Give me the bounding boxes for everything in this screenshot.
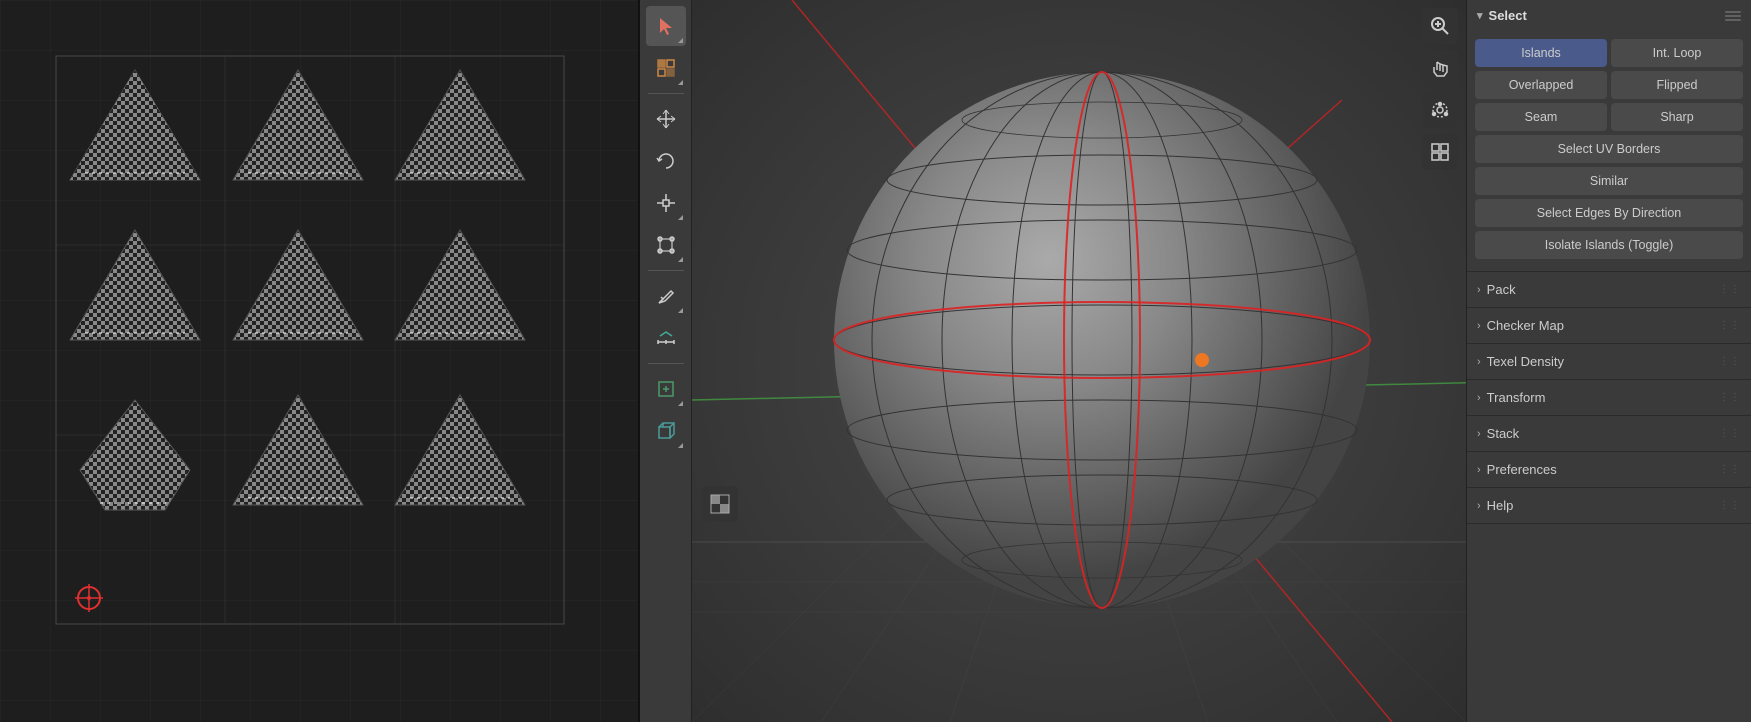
stack-title: Stack xyxy=(1487,426,1520,441)
uv-editor-panel xyxy=(0,0,640,722)
flipped-button[interactable]: Flipped xyxy=(1611,71,1743,99)
checkerboard-display-button[interactable] xyxy=(702,486,738,522)
cursor-select-tool-button[interactable] xyxy=(646,6,686,46)
preferences-section[interactable]: › Preferences ⋮⋮ xyxy=(1467,452,1751,488)
preferences-handle: ⋮⋮ xyxy=(1719,464,1741,475)
uv-island-5 xyxy=(390,225,530,355)
select-row-3: Seam Sharp xyxy=(1475,103,1743,131)
select-section: ▾ Select Islands Int. Loop Overlapped Fl… xyxy=(1467,0,1751,272)
checker-map-expand-icon: › xyxy=(1477,320,1481,332)
uv-island-8 xyxy=(390,390,530,520)
select-title: Select xyxy=(1489,8,1527,23)
pack-title: Pack xyxy=(1487,282,1516,297)
uv-island-1 xyxy=(65,65,205,195)
transform-section[interactable]: › Transform ⋮⋮ xyxy=(1467,380,1751,416)
help-expand-icon: › xyxy=(1477,500,1481,512)
uv-island-9 xyxy=(228,65,368,195)
select-header-dots xyxy=(1725,11,1741,21)
uv-island-3 xyxy=(65,225,205,355)
sharp-button[interactable]: Sharp xyxy=(1611,103,1743,131)
uv-island-7 xyxy=(228,390,368,520)
tool-separator-3 xyxy=(648,363,684,364)
select-buttons-area: Islands Int. Loop Overlapped Flipped Sea… xyxy=(1467,31,1751,271)
sidebar-right: ▾ Select Islands Int. Loop Overlapped Fl… xyxy=(1466,0,1751,722)
int-loop-button[interactable]: Int. Loop xyxy=(1611,39,1743,67)
overlapped-button[interactable]: Overlapped xyxy=(1475,71,1607,99)
help-handle: ⋮⋮ xyxy=(1719,500,1741,511)
select-header[interactable]: ▾ Select xyxy=(1467,0,1751,31)
toolbar-left xyxy=(640,0,692,722)
transform-handle: ⋮⋮ xyxy=(1719,392,1741,403)
select-row-2: Overlapped Flipped xyxy=(1475,71,1743,99)
select-expand-icon: ▾ xyxy=(1477,9,1483,22)
uv-cursor-crosshair xyxy=(75,584,103,612)
texel-density-section[interactable]: › Texel Density ⋮⋮ xyxy=(1467,344,1751,380)
transform-tool-button[interactable] xyxy=(646,225,686,265)
add-cube-tool-button[interactable] xyxy=(646,411,686,451)
move-tool-button[interactable] xyxy=(646,99,686,139)
help-section[interactable]: › Help ⋮⋮ xyxy=(1467,488,1751,524)
grid-view-button[interactable] xyxy=(1422,134,1458,170)
stack-handle: ⋮⋮ xyxy=(1719,428,1741,439)
checker-map-title: Checker Map xyxy=(1487,318,1564,333)
3d-viewport[interactable] xyxy=(692,0,1466,722)
help-title: Help xyxy=(1487,498,1514,513)
tool-separator-1 xyxy=(648,93,684,94)
islands-button[interactable]: Islands xyxy=(1475,39,1607,67)
pack-section[interactable]: › Pack ⋮⋮ xyxy=(1467,272,1751,308)
zoom-in-button[interactable] xyxy=(1422,8,1458,44)
checker-map-handle: ⋮⋮ xyxy=(1719,320,1741,331)
grab-tool-button[interactable] xyxy=(1422,50,1458,86)
uv-island-2 xyxy=(390,65,530,195)
texel-density-title: Texel Density xyxy=(1487,354,1564,369)
isolate-islands-toggle-button[interactable]: Isolate Islands (Toggle) xyxy=(1475,231,1743,259)
tool-separator-2 xyxy=(648,270,684,271)
transform-title: Transform xyxy=(1487,390,1546,405)
select-uv-borders-button[interactable]: Select UV Borders xyxy=(1475,135,1743,163)
stack-section[interactable]: › Stack ⋮⋮ xyxy=(1467,416,1751,452)
add-mesh-tool-button[interactable] xyxy=(646,369,686,409)
select-row-1: Islands Int. Loop xyxy=(1475,39,1743,67)
texel-density-expand-icon: › xyxy=(1477,356,1481,368)
viewport-header-icons xyxy=(1422,8,1458,170)
seam-button[interactable]: Seam xyxy=(1475,103,1607,131)
preferences-expand-icon: › xyxy=(1477,464,1481,476)
preferences-title: Preferences xyxy=(1487,462,1557,477)
camera-button[interactable] xyxy=(1422,92,1458,128)
rotate-tool-button[interactable] xyxy=(646,141,686,181)
pack-expand-icon: › xyxy=(1477,284,1481,296)
uv-island-6 xyxy=(65,390,205,520)
uv-island-4 xyxy=(228,225,368,355)
transform-expand-icon: › xyxy=(1477,392,1481,404)
stack-expand-icon: › xyxy=(1477,428,1481,440)
select-edges-by-direction-button[interactable]: Select Edges By Direction xyxy=(1475,199,1743,227)
annotate-tool-button[interactable] xyxy=(646,276,686,316)
move-select-tool-button[interactable] xyxy=(646,48,686,88)
sphere-3d-object xyxy=(812,50,1392,630)
texel-density-handle: ⋮⋮ xyxy=(1719,356,1741,367)
checker-map-section[interactable]: › Checker Map ⋮⋮ xyxy=(1467,308,1751,344)
pack-handle: ⋮⋮ xyxy=(1719,284,1741,295)
uv-canvas[interactable] xyxy=(0,0,638,722)
scale-tool-button[interactable] xyxy=(646,183,686,223)
similar-button[interactable]: Similar xyxy=(1475,167,1743,195)
ruler-tool-button[interactable] xyxy=(646,318,686,358)
